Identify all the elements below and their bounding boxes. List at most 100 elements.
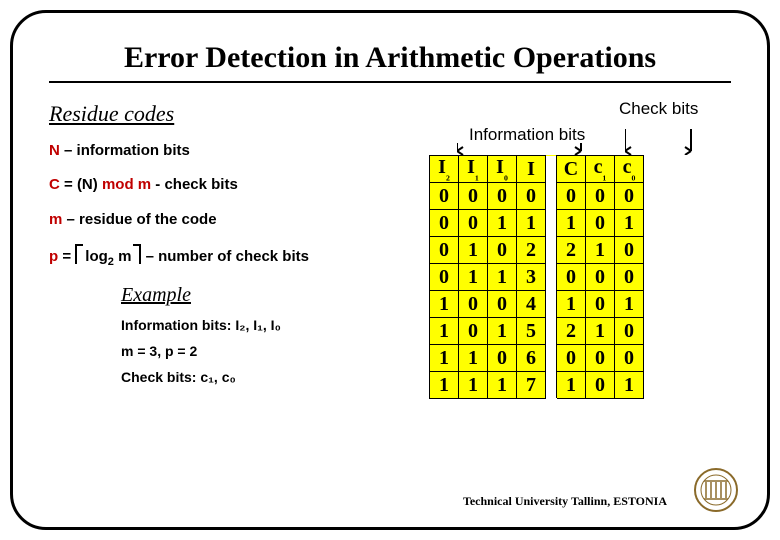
table-cell: 0 <box>557 264 586 291</box>
table-cell: 0 <box>615 345 644 372</box>
table-cell: 0 <box>615 264 644 291</box>
table-cell: 0 <box>488 291 517 318</box>
table-gap <box>546 156 557 183</box>
table-cell: 1 <box>586 318 615 345</box>
example-title: Example <box>121 284 419 307</box>
table-row: 1004101 <box>430 291 644 318</box>
table-cell: 0 <box>459 183 488 210</box>
table-cell: 1 <box>430 291 459 318</box>
table-cell: 0 <box>557 183 586 210</box>
table-cell: 0 <box>586 210 615 237</box>
col-header: c₀ <box>615 156 644 183</box>
example-check-bits: Check bits: c₁, c₀ <box>121 369 419 385</box>
example-check-values: c₁, c₀ <box>200 369 235 385</box>
table-cell: 0 <box>586 345 615 372</box>
table-row: 1106000 <box>430 345 644 372</box>
table-cell: 1 <box>586 237 615 264</box>
table-gap <box>546 264 557 291</box>
definition-p: p = log2 m – number of check bits <box>49 244 419 270</box>
table-gap <box>546 318 557 345</box>
table-cell: 1 <box>557 210 586 237</box>
table-gap <box>546 237 557 264</box>
table-row: 0102210 <box>430 237 644 264</box>
table-cell: 1 <box>615 210 644 237</box>
table-cell: 7 <box>517 372 546 399</box>
table-gap <box>546 210 557 237</box>
table-cell: 1 <box>488 372 517 399</box>
log-text: log <box>85 248 108 265</box>
symbol-p: p <box>49 248 58 265</box>
definition-c: C = (N) mod m - check bits <box>49 175 419 195</box>
example-info-values: I₂, I₁, I₀ <box>235 317 281 333</box>
table-gap <box>546 183 557 210</box>
table-gap <box>546 291 557 318</box>
table-cell: 0 <box>615 237 644 264</box>
ceil-left-icon <box>75 244 83 264</box>
col-header: c₁ <box>586 156 615 183</box>
table-cell: 1 <box>615 291 644 318</box>
table-cell: 0 <box>459 291 488 318</box>
table-row: 1015210 <box>430 318 644 345</box>
table-cell: 2 <box>517 237 546 264</box>
col-header: I <box>517 156 546 183</box>
table-cell: 1 <box>430 345 459 372</box>
table-cell: 1 <box>488 318 517 345</box>
table-cell: 1 <box>557 372 586 399</box>
table-gap <box>546 372 557 399</box>
slide-frame: Error Detection in Arithmetic Operations… <box>10 10 770 530</box>
table-cell: 0 <box>586 291 615 318</box>
right-column: Check bits Information bits <box>419 101 731 399</box>
table-cell: 5 <box>517 318 546 345</box>
table-cell: 0 <box>488 345 517 372</box>
table-gap <box>546 345 557 372</box>
table-row: 0113000 <box>430 264 644 291</box>
residue-code-table: I₂I₁I₀ICc₁c₀0000000001110101022100113000… <box>429 155 644 399</box>
table-cell: 0 <box>586 183 615 210</box>
table-row: 0000000 <box>430 183 644 210</box>
log-arg: m <box>114 248 132 265</box>
symbol-c: C <box>49 176 60 193</box>
content-row: Residue codes N – information bits C = (… <box>49 101 731 399</box>
def-n-text: – information bits <box>60 142 190 159</box>
table-row: 0011101 <box>430 210 644 237</box>
def-p-eq: = <box>58 248 75 265</box>
slide-title: Error Detection in Arithmetic Operations <box>49 41 731 75</box>
title-underline <box>49 81 731 83</box>
table-cell: 2 <box>557 237 586 264</box>
example-info-label: Information bits: <box>121 317 235 333</box>
university-seal-icon <box>693 467 739 513</box>
table-cell: 0 <box>430 264 459 291</box>
table-cell: 1 <box>459 237 488 264</box>
table-cell: 0 <box>586 372 615 399</box>
example-mp: m = 3, p = 2 <box>121 343 419 359</box>
table-cell: 1 <box>430 372 459 399</box>
table-cell: 0 <box>488 183 517 210</box>
table-cell: 1 <box>615 372 644 399</box>
example-check-label: Check bits: <box>121 369 200 385</box>
col-header: I₁ <box>459 156 488 183</box>
definition-n: N – information bits <box>49 141 419 161</box>
table-cell: 0 <box>615 318 644 345</box>
def-c-text2: - check bits <box>155 176 238 193</box>
table-cell: 0 <box>557 345 586 372</box>
col-header: C <box>557 156 586 183</box>
table-cell: 0 <box>459 210 488 237</box>
footer-text: Technical University Tallinn, ESTONIA <box>463 494 667 509</box>
table-labels: Check bits Information bits <box>429 101 731 155</box>
col-header: I₀ <box>488 156 517 183</box>
check-bracket-icon <box>625 109 697 153</box>
table-cell: 1 <box>459 264 488 291</box>
section-subtitle: Residue codes <box>49 101 419 127</box>
mod-m: mod m <box>102 176 155 193</box>
def-p-text2: – number of check bits <box>141 248 309 265</box>
table-cell: 1 <box>430 318 459 345</box>
table-cell: 0 <box>430 183 459 210</box>
table-cell: 0 <box>615 183 644 210</box>
symbol-m: m <box>49 211 62 228</box>
table-cell: 4 <box>517 291 546 318</box>
left-column: Residue codes N – information bits C = (… <box>49 101 419 385</box>
symbol-n: N <box>49 142 60 159</box>
def-m-text: – residue of the code <box>62 211 216 228</box>
table-cell: 0 <box>586 264 615 291</box>
table-row: 1117101 <box>430 372 644 399</box>
